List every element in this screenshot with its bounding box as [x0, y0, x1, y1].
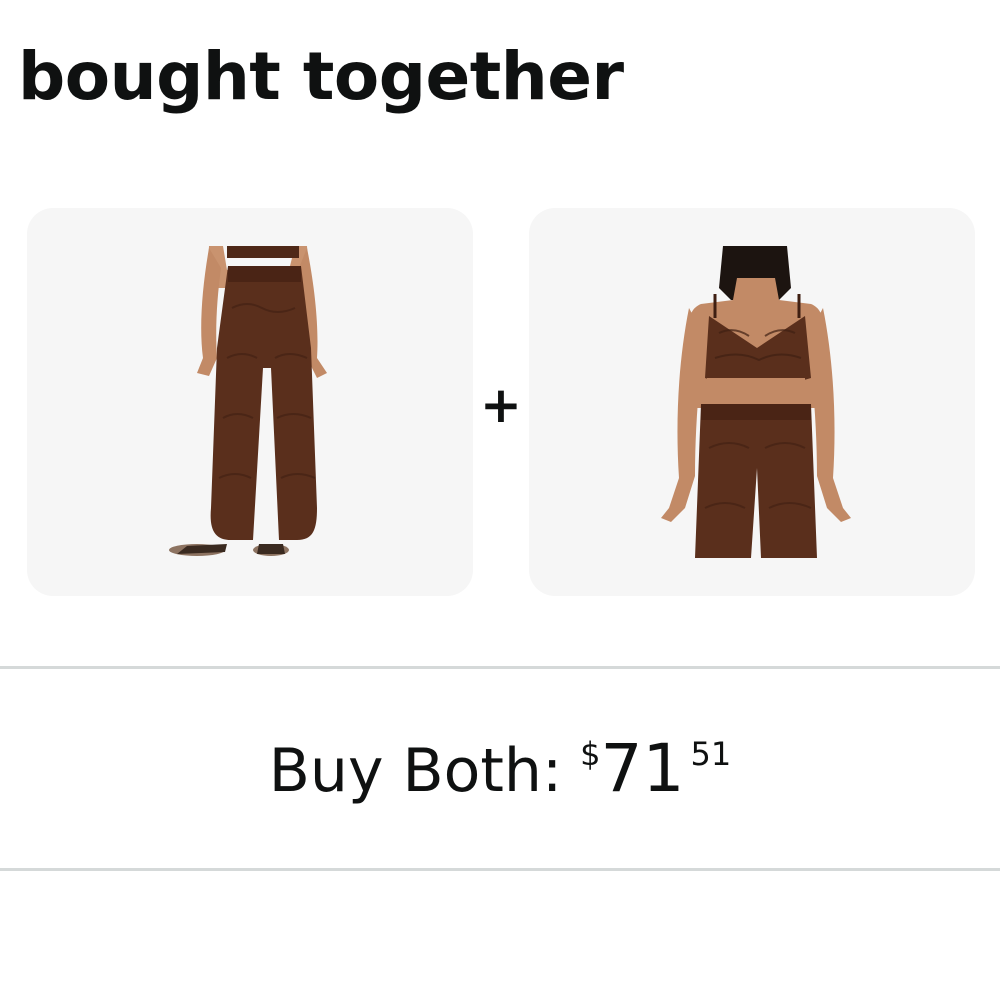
divider-top — [0, 666, 1000, 669]
buy-both-label: Buy Both: — [268, 736, 563, 806]
section-title: bought together — [18, 38, 624, 115]
frequently-bought-together-section: bought together + Buy Both: $71 51 — [0, 0, 1000, 1000]
product-image-pants — [169, 246, 327, 556]
price-currency-symbol: $ — [580, 735, 601, 773]
product-image-top — [661, 246, 851, 558]
bundle-price: $71 51 — [580, 730, 731, 807]
buy-both-price[interactable]: Buy Both: $71 51 — [0, 730, 1000, 807]
plus-separator: + — [480, 376, 522, 434]
price-fraction: 51 — [690, 735, 732, 773]
product-card-pants[interactable] — [27, 208, 473, 596]
product-card-top[interactable] — [529, 208, 975, 596]
divider-bottom — [0, 868, 1000, 871]
price-whole: 71 — [600, 730, 685, 807]
